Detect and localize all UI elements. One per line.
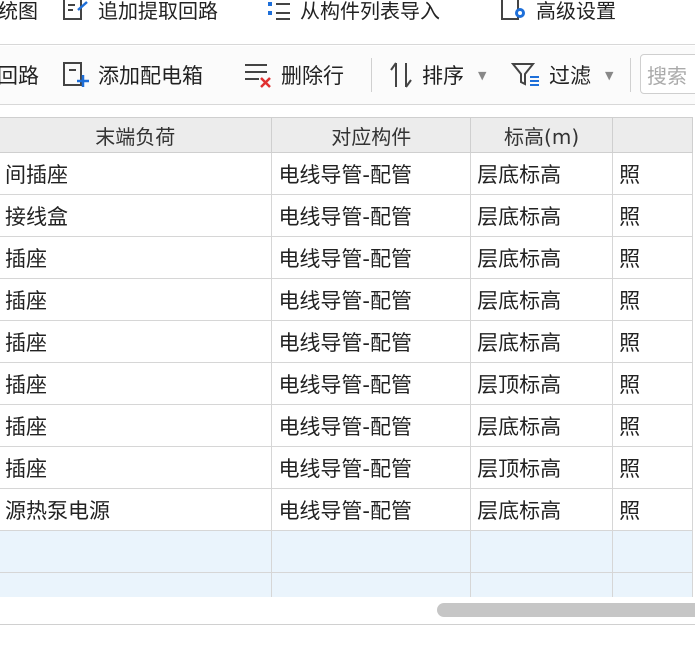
cell-extra[interactable] — [612, 572, 693, 597]
loads-table: 末端负荷 对应构件 标高(m) 间插座 电线导管-配管 层底标高照 接线盒 电线导管-… — [0, 117, 693, 597]
cell-terminal-load[interactable]: 插座 — [0, 362, 273, 405]
advanced-settings-label: 高级设置 — [536, 0, 616, 23]
table-row[interactable]: 插座 电线导管-配管 层底标高照 — [0, 236, 693, 279]
data-grid: 末端负荷 对应构件 标高(m) 间插座 电线导管-配管 层底标高照 接线盒 电线导管-… — [0, 117, 695, 597]
table-row[interactable]: 接线盒 电线导管-配管 层底标高照 — [0, 194, 693, 237]
filter-button[interactable]: 过滤 ▼ — [511, 59, 613, 91]
cell-elevation[interactable] — [470, 530, 614, 573]
cell-elevation[interactable]: 层底标高 — [470, 194, 614, 237]
cell-elevation[interactable]: 层底标高 — [470, 320, 614, 363]
import-from-list-button[interactable]: 从构件列表导入 — [266, 0, 440, 24]
cell-elevation[interactable]: 层底标高 — [470, 236, 614, 279]
table-row[interactable]: 插座 电线导管-配管 层顶标高照 — [0, 446, 693, 489]
cell-component[interactable]: 电线导管-配管 — [271, 320, 472, 363]
cell-elevation[interactable]: 层顶标高 — [470, 446, 614, 489]
column-header-terminal-load[interactable]: 末端负荷 — [0, 117, 273, 153]
append-extract-icon — [63, 0, 88, 20]
add-distribution-box-label: 添加配电箱 — [98, 64, 203, 88]
sort-label: 排序 — [422, 64, 464, 88]
column-header-elevation[interactable]: 标高(m) — [470, 117, 614, 153]
cell-terminal-load[interactable]: 间插座 — [0, 152, 273, 195]
cell-extra[interactable]: 照 — [612, 404, 693, 447]
cell-extra[interactable]: 照 — [612, 278, 693, 321]
cell-component[interactable] — [271, 572, 472, 597]
bottom-divider — [0, 624, 695, 625]
cell-extra[interactable]: 照 — [612, 488, 693, 531]
toolbar-separator — [371, 58, 372, 92]
cell-terminal-load[interactable]: 源热泵电源 — [0, 488, 273, 531]
horizontal-scrollbar-thumb[interactable] — [437, 603, 695, 617]
top-toolbar: 统图 追加提取回路 从构件列表导入 高级设置 — [0, 0, 695, 30]
cell-extra[interactable]: 照 — [612, 194, 693, 237]
cell-extra[interactable]: 照 — [612, 320, 693, 363]
column-header-component[interactable]: 对应构件 — [271, 117, 472, 153]
view-button[interactable]: 统图 — [0, 0, 38, 24]
cell-elevation[interactable]: 层顶标高 — [470, 362, 614, 405]
filter-icon — [511, 63, 539, 86]
cell-component[interactable]: 电线导管-配管 — [271, 446, 472, 489]
cell-terminal-load[interactable] — [0, 530, 273, 573]
advanced-settings-button[interactable]: 高级设置 — [500, 0, 616, 24]
append-extract-label: 追加提取回路 — [98, 0, 218, 23]
cell-terminal-load[interactable]: 插座 — [0, 446, 273, 489]
cell-elevation[interactable]: 层底标高 — [470, 488, 614, 531]
table-row-empty[interactable] — [0, 530, 693, 573]
sort-button[interactable]: 排序 ▼ — [388, 59, 486, 91]
add-distribution-box-button[interactable]: 添加配电箱 — [62, 59, 203, 91]
sort-icon — [390, 62, 412, 88]
filter-dropdown-caret-icon[interactable]: ▼ — [605, 69, 613, 82]
delete-row-label: 删除行 — [281, 64, 344, 88]
append-extract-circuit-button[interactable]: 追加提取回路 — [62, 0, 218, 24]
cell-terminal-load[interactable]: 接线盒 — [0, 194, 273, 237]
cell-component[interactable]: 电线导管-配管 — [271, 236, 472, 279]
search-placeholder: 搜索 — [647, 63, 687, 88]
main-toolbar: 回路 添加配电箱 删除行 排序 ▼ 过滤 ▼ 搜索 — [0, 46, 695, 104]
view-label: 统图 — [0, 0, 38, 23]
cell-terminal-load[interactable]: 插座 — [0, 320, 273, 363]
cell-component[interactable]: 电线导管-配管 — [271, 488, 472, 531]
table-row-empty[interactable] — [0, 572, 693, 597]
sort-dropdown-caret-icon[interactable]: ▼ — [478, 69, 486, 82]
table-row[interactable]: 间插座 电线导管-配管 层底标高照 — [0, 152, 693, 195]
cell-elevation[interactable] — [470, 572, 614, 597]
cell-extra[interactable]: 照 — [612, 446, 693, 489]
cell-extra[interactable]: 照 — [612, 152, 693, 195]
cell-component[interactable]: 电线导管-配管 — [271, 404, 472, 447]
list-import-icon — [268, 2, 290, 20]
settings-doc-icon — [501, 0, 525, 20]
cell-component[interactable]: 电线导管-配管 — [271, 152, 472, 195]
table-row[interactable]: 插座 电线导管-配管 层底标高照 — [0, 404, 693, 447]
search-input[interactable]: 搜索 — [640, 54, 695, 94]
cell-elevation[interactable]: 层底标高 — [470, 404, 614, 447]
cell-elevation[interactable]: 层底标高 — [470, 152, 614, 195]
cell-extra[interactable]: 照 — [612, 236, 693, 279]
toolbar-separator — [630, 58, 631, 92]
delete-row-button[interactable]: 删除行 — [243, 59, 344, 91]
cell-extra[interactable]: 照 — [612, 362, 693, 405]
toolbar-divider — [0, 104, 695, 105]
add-box-icon — [63, 62, 89, 87]
table-row[interactable]: 源热泵电源 电线导管-配管 层底标高照 — [0, 488, 693, 531]
cell-component[interactable]: 电线导管-配管 — [271, 362, 472, 405]
table-row[interactable]: 插座 电线导管-配管 层底标高照 — [0, 278, 693, 321]
circuit-button[interactable]: 回路 — [0, 59, 39, 91]
cell-component[interactable]: 电线导管-配管 — [271, 194, 472, 237]
cell-component[interactable]: 电线导管-配管 — [271, 278, 472, 321]
cell-component[interactable] — [271, 530, 472, 573]
cell-terminal-load[interactable]: 插座 — [0, 278, 273, 321]
import-from-list-label: 从构件列表导入 — [300, 0, 440, 23]
cell-extra[interactable] — [612, 530, 693, 573]
delete-row-icon — [245, 64, 271, 88]
toolbar-divider — [0, 44, 695, 45]
cell-elevation[interactable]: 层底标高 — [470, 278, 614, 321]
circuit-label: 回路 — [0, 64, 39, 88]
cell-terminal-load[interactable]: 插座 — [0, 236, 273, 279]
cell-terminal-load[interactable] — [0, 572, 273, 597]
table-header-row: 末端负荷 对应构件 标高(m) — [0, 117, 693, 153]
filter-label: 过滤 — [549, 64, 591, 88]
column-header-extra[interactable] — [612, 117, 693, 153]
table-row[interactable]: 插座 电线导管-配管 层底标高照 — [0, 320, 693, 363]
table-row[interactable]: 插座 电线导管-配管 层顶标高照 — [0, 362, 693, 405]
cell-terminal-load[interactable]: 插座 — [0, 404, 273, 447]
